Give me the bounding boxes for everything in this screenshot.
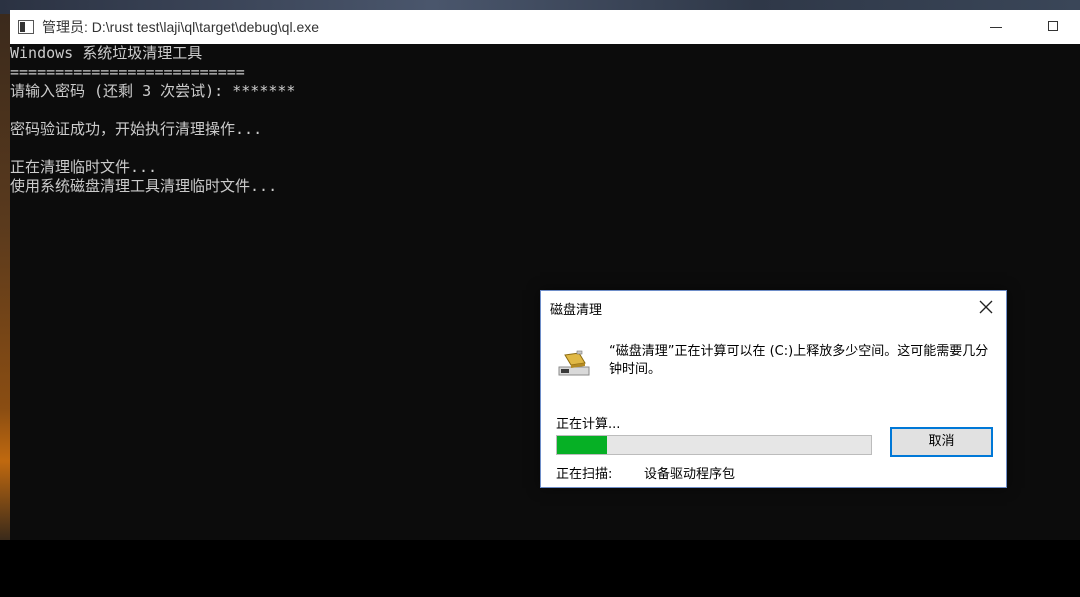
cancel-button[interactable]: 取消 xyxy=(890,427,993,457)
console-titlebar[interactable]: 管理员: D:\rust test\laji\ql\target\debug\q… xyxy=(10,10,1080,44)
scanning-item: 设备驱动程序包 xyxy=(644,467,736,482)
scanning-label: 正在扫描: xyxy=(556,467,613,482)
console-app-icon xyxy=(18,20,34,34)
console-line: Windows 系统垃圾清理工具 xyxy=(10,44,203,62)
disk-cleanup-dialog[interactable]: 磁盘清理 “磁盘清理”正在计算可以在 (C:)上释放多少空间。这可能需要几分钟时… xyxy=(540,290,1007,488)
minimize-button[interactable] xyxy=(968,10,1024,44)
console-line: 正在清理临时文件... xyxy=(10,158,158,176)
progress-fill xyxy=(557,436,608,454)
dialog-title: 磁盘清理 xyxy=(550,303,603,318)
maximize-icon xyxy=(1048,21,1058,31)
console-line: 使用系统磁盘清理工具清理临时文件... xyxy=(10,177,278,195)
dialog-message: “磁盘清理”正在计算可以在 (C:)上释放多少空间。这可能需要几分钟时间。 xyxy=(609,344,989,377)
console-title: 管理员: D:\rust test\laji\ql\target\debug\q… xyxy=(42,19,320,35)
console-line: 请输入密码 (还剩 3 次尝试): ******* xyxy=(10,82,296,100)
close-button[interactable] xyxy=(970,293,1002,321)
console-line: ========================== xyxy=(10,63,245,81)
maximize-button[interactable] xyxy=(1024,10,1080,44)
desktop-background-bottom xyxy=(0,540,1080,597)
calculating-status: 正在计算... xyxy=(556,417,621,432)
console-line: 密码验证成功，开始执行清理操作... xyxy=(10,120,263,138)
window-controls xyxy=(968,10,1080,44)
close-icon xyxy=(979,300,993,314)
progress-bar xyxy=(556,435,872,455)
minimize-icon xyxy=(990,27,1002,28)
disk-cleanup-icon xyxy=(558,350,590,376)
desktop-background-left xyxy=(0,14,10,540)
